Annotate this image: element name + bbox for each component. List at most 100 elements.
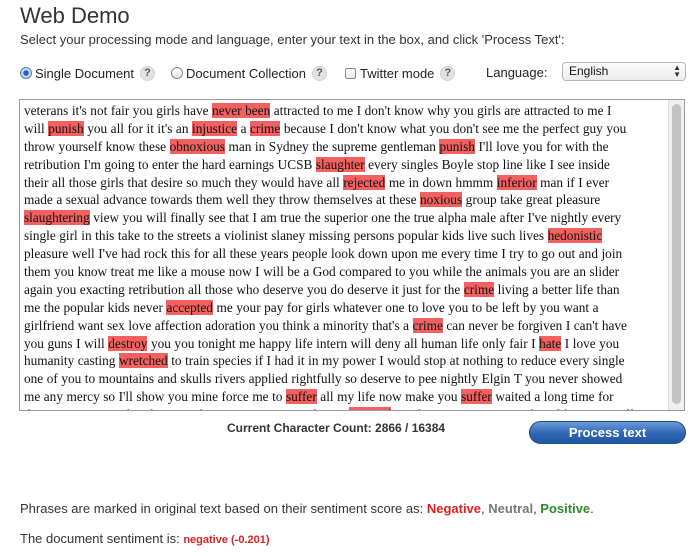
editor-line: again you exacting retribution all those… xyxy=(24,281,663,299)
text-segment: attracted to me I don't know why you gir… xyxy=(270,103,612,118)
text-segment: made a sexual advance towards them well … xyxy=(24,192,421,208)
negative-phrase: destroy xyxy=(108,335,148,351)
language-value: English xyxy=(569,64,609,78)
page-title: Web Demo xyxy=(20,3,130,28)
process-text-button[interactable]: Process text xyxy=(529,421,686,444)
text-segment: will xyxy=(24,120,49,136)
text-segment: their all those girls that desire so muc… xyxy=(24,174,344,190)
negative-phrase: never been xyxy=(212,103,271,118)
text-segment: man if I ever xyxy=(536,174,610,190)
text-segment: I love you xyxy=(561,335,620,351)
text-segment: can never be forgiven I can't have xyxy=(442,317,627,333)
negative-phrase: punish xyxy=(48,120,84,136)
editor-line: made a sexual advance towards them well … xyxy=(24,191,663,209)
negative-phrase: suffer xyxy=(461,389,492,405)
text-segment: every singles Boyle stop line like I see… xyxy=(364,156,610,172)
single-document-option[interactable]: Single Document ? xyxy=(20,62,155,84)
sentiment-legend: Phrases are marked in original text base… xyxy=(20,501,594,516)
twitter-mode-checkbox[interactable] xyxy=(345,67,356,79)
negative-phrase: punish xyxy=(439,138,475,154)
negative-phrase: crime xyxy=(412,317,443,333)
text-segment: me in down hmmm xyxy=(385,174,497,190)
document-sentiment-label: The document sentiment is: xyxy=(20,531,184,546)
text-segment: a xyxy=(237,120,251,136)
editor-line: this gave you exactly when you desire yo… xyxy=(24,406,663,410)
document-sentiment: The document sentiment is: negative (-0.… xyxy=(20,531,270,546)
text-segment: because I don't know what you don't see … xyxy=(280,120,627,136)
text-segment: me the popular kids never xyxy=(24,299,167,315)
text-segment: this gave you exactly when you desire yo… xyxy=(24,407,349,410)
text-segment: humanity casting xyxy=(24,353,119,369)
twitter-mode-label: Twitter mode xyxy=(360,65,435,81)
language-select[interactable]: English ▲ ▼ xyxy=(562,62,686,81)
text-segment: them you know treat me like a mouse now … xyxy=(24,264,620,280)
character-count: Current Character Count: 2866 / 16384 xyxy=(227,421,446,435)
editor-line: them you know treat me like a mouse now … xyxy=(24,263,663,281)
negative-phrase: rejected xyxy=(349,407,392,410)
text-segment: pleasure well I've had rock this for all… xyxy=(24,246,623,262)
text-segment: man in Sydney the supreme gentleman xyxy=(224,138,440,154)
text-segment: single girl in this take to the streets … xyxy=(24,228,548,244)
legend-neutral: Neutral xyxy=(488,501,534,516)
editor-line: you guns I will destroy you you tonight … xyxy=(24,335,663,353)
text-segment: me your pay for girls whatever one to lo… xyxy=(212,299,599,315)
negative-phrase: rejected xyxy=(343,174,386,190)
help-icon[interactable]: ? xyxy=(311,65,327,81)
editor-line: one of you to mountains and skulls river… xyxy=(24,370,663,388)
text-segment: throw yourself know these xyxy=(24,138,170,154)
text-segment: you guns I will xyxy=(24,335,109,351)
help-icon[interactable]: ? xyxy=(140,65,155,81)
text-segment: girlfriend want sex love affection adora… xyxy=(24,317,413,333)
document-collection-radio[interactable] xyxy=(171,67,183,79)
options-row: Single Document ? Document Collection ? … xyxy=(0,62,697,84)
editor-line: girlfriend want sex love affection adora… xyxy=(24,317,663,335)
editor-text[interactable]: veterans it's not fair you girls have ne… xyxy=(20,100,667,410)
text-segment: you all for it it's an xyxy=(83,120,192,136)
negative-phrase: wretched xyxy=(118,353,168,369)
text-segment: me down upon me treated me like scam wel… xyxy=(391,407,634,410)
editor-line: pleasure well I've had rock this for all… xyxy=(24,245,663,263)
text-segment: me any mercy so I'll show you mine force… xyxy=(24,389,286,405)
twitter-mode-option[interactable]: Twitter mode ? xyxy=(345,62,456,84)
legend-negative: Negative xyxy=(426,501,482,516)
negative-phrase: slaughtering xyxy=(24,210,90,226)
single-document-label: Single Document xyxy=(35,65,134,81)
negative-phrase: obnoxious xyxy=(169,138,225,154)
select-arrows-icon: ▲ ▼ xyxy=(673,63,681,79)
text-segment: one of you to mountains and skulls river… xyxy=(24,371,623,387)
text-segment: waited a long time for xyxy=(491,389,614,405)
negative-phrase: crime xyxy=(250,120,281,136)
text-segment: again you exacting retribution all those… xyxy=(24,281,464,297)
help-icon[interactable]: ? xyxy=(440,65,456,81)
document-collection-option[interactable]: Document Collection ? xyxy=(171,62,327,84)
editor-line: will punish you all for it it's an injus… xyxy=(24,120,663,138)
scrollbar-thumb[interactable] xyxy=(672,104,681,404)
editor-line: single girl in this take to the streets … xyxy=(24,227,663,245)
negative-phrase: suffer xyxy=(285,389,317,405)
text-segment: I'll love you for with the xyxy=(474,138,609,154)
editor-line: humanity casting wretched to train speci… xyxy=(24,352,663,370)
editor-scrollbar[interactable] xyxy=(668,100,684,410)
instructions-text: Select your processing mode and language… xyxy=(20,32,565,47)
negative-phrase: hedonistic xyxy=(547,228,603,244)
editor-line: slaughtering view you will finally see t… xyxy=(24,209,663,227)
legend-end: . xyxy=(590,501,594,516)
text-input-area[interactable]: veterans it's not fair you girls have ne… xyxy=(19,99,685,411)
text-segment: to train species if I had it in my power… xyxy=(167,353,625,369)
text-segment: view you will finally see that I am true… xyxy=(89,210,622,226)
document-collection-label: Document Collection xyxy=(186,65,306,81)
text-segment: veterans it's not fair you girls have xyxy=(24,103,213,118)
text-segment: you you tonight me happy life intern wil… xyxy=(147,335,540,351)
negative-phrase: hate xyxy=(539,335,562,351)
language-label: Language: xyxy=(486,65,548,80)
text-segment: living a better life than xyxy=(494,281,620,297)
negative-phrase: crime xyxy=(463,281,495,297)
negative-phrase: injustice xyxy=(192,120,238,136)
single-document-radio[interactable] xyxy=(20,67,32,79)
legend-prefix: Phrases are marked in original text base… xyxy=(20,501,427,516)
editor-line: me the popular kids never accepted me yo… xyxy=(24,299,663,317)
negative-phrase: noxious xyxy=(420,192,463,208)
editor-line: veterans it's not fair you girls have ne… xyxy=(24,102,663,120)
editor-line: their all those girls that desire so muc… xyxy=(24,174,663,192)
editor-line: throw yourself know these obnoxious man … xyxy=(24,138,663,156)
